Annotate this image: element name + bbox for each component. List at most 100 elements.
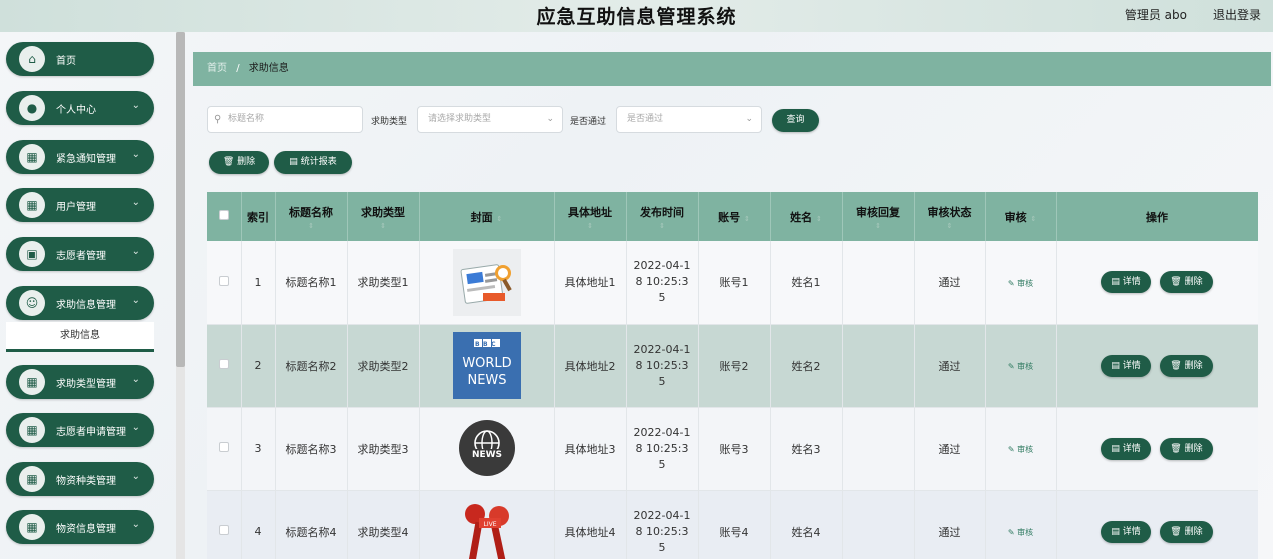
cell-status: 通过 [914, 241, 986, 325]
admin-label: 管理员 abo [1124, 8, 1187, 22]
breadcrumb-home[interactable]: 首页 [207, 63, 227, 74]
bar-chart-icon: ▤ [289, 157, 298, 167]
cell-status: 通过 [914, 407, 986, 491]
detail-button[interactable]: ▤ 详情 [1101, 520, 1151, 543]
title-search-input[interactable]: ⚲ 标题名称 [207, 106, 363, 133]
row-delete-button[interactable]: 🗑 删除 [1160, 271, 1213, 294]
logout-link[interactable]: 退出登录 [1213, 6, 1261, 23]
header-audit[interactable]: 审核 ⇕ [985, 192, 1057, 241]
header-status[interactable]: 审核状态 ⇕ [914, 192, 986, 241]
type-filter-label: 求助类型 [371, 117, 408, 127]
row-checkbox[interactable] [218, 275, 229, 286]
cell-title: 标题名称2 [275, 324, 348, 408]
top-bar: 应急互助信息管理系统 管理员 abo 退出登录 [0, 0, 1273, 32]
svg-text:WORLD: WORLD [462, 356, 511, 371]
row-checkbox[interactable] [218, 525, 229, 535]
chevron-down-icon: ⌄ [546, 114, 554, 124]
query-button[interactable]: 查询 [772, 109, 819, 132]
detail-button[interactable]: ▤ 详情 [1101, 271, 1151, 294]
grid-icon: ▦ [19, 417, 45, 443]
row-delete-button[interactable]: 🗑 删除 [1160, 520, 1213, 543]
stats-report-label: 统计报表 [300, 157, 337, 167]
audit-link[interactable]: ✎ 审核 [1008, 362, 1033, 371]
cell-reply [842, 324, 915, 408]
sort-icon[interactable]: ⇕ [348, 222, 419, 230]
sidebar-item-4[interactable]: ▣ 志愿者管理 ⌄ [6, 237, 154, 271]
sort-icon[interactable]: ⇕ [496, 215, 502, 223]
sidebar-item-label: 求助类型管理 [56, 379, 116, 390]
select-all-checkbox[interactable] [218, 210, 229, 220]
cell-reply [842, 241, 915, 325]
sort-icon[interactable]: ⇕ [744, 215, 750, 223]
sidebar-item-2[interactable]: ▦ 紧急通知管理 ⌄ [6, 140, 154, 174]
audit-link-label: 审核 [1017, 278, 1034, 288]
sidebar-item-label: 物资信息管理 [56, 524, 116, 535]
header-reply[interactable]: 审核回复 ⇕ [842, 192, 915, 241]
header-actions: 操作 [1056, 192, 1258, 241]
sort-icon[interactable]: ⇕ [555, 222, 626, 230]
globe-cover-image: NEWS [452, 415, 521, 482]
title-search-placeholder: 标题名称 [228, 114, 265, 124]
grid-icon: ▦ [19, 192, 45, 218]
detail-button[interactable]: ▤ 详情 [1101, 354, 1151, 377]
cell-type: 求助类型4 [347, 490, 420, 559]
cell-time: 2022-04-18 10:25:35 [626, 407, 699, 491]
cell-audit: ✎ 审核 [985, 407, 1057, 491]
sort-icon[interactable]: ⇕ [843, 222, 914, 230]
row-checkbox[interactable] [218, 359, 229, 369]
row-delete-button[interactable]: 🗑 删除 [1160, 354, 1213, 377]
cell-audit: ✎ 审核 [985, 490, 1057, 559]
cell-index: 3 [241, 407, 276, 491]
bulk-delete-button[interactable]: 🗑 删除 [209, 151, 269, 174]
cell-title: 标题名称3 [275, 407, 348, 491]
bulk-delete-label: 删除 [237, 157, 256, 167]
sidebar-item-0[interactable]: ⌂ 首页 [6, 42, 154, 76]
header-cover[interactable]: 封面 ⇕ [419, 192, 555, 241]
sort-icon[interactable]: ⇕ [816, 215, 822, 223]
sort-icon[interactable]: ⇕ [276, 222, 347, 230]
home-icon: ⌂ [19, 46, 45, 72]
sidebar-item-7[interactable]: ▦ 志愿者申请管理 ⌄ [6, 413, 154, 447]
trash-icon: 🗑 [222, 157, 235, 167]
sidebar-item-6[interactable]: ▦ 求助类型管理 ⌄ [6, 365, 154, 399]
clipboard-icon: ▣ [19, 241, 45, 267]
audit-link[interactable]: ✎ 审核 [1008, 279, 1033, 288]
sidebar-item-8[interactable]: ▦ 物资种类管理 ⌄ [6, 462, 154, 496]
audit-link[interactable]: ✎ 审核 [1008, 528, 1033, 537]
header-account[interactable]: 账号 ⇕ [698, 192, 771, 241]
row-checkbox[interactable] [218, 442, 229, 452]
pass-select[interactable]: 是否通过 ⌄ [616, 106, 762, 133]
header-type[interactable]: 求助类型 ⇕ [347, 192, 420, 241]
audit-link[interactable]: ✎ 审核 [1008, 445, 1033, 454]
cell-address: 具体地址1 [554, 241, 627, 325]
detail-button-label: 详情 [1122, 277, 1141, 288]
sidebar-scroll-thumb[interactable] [176, 32, 185, 367]
header-title[interactable]: 标题名称 ⇕ [275, 192, 348, 241]
cell-address: 具体地址2 [554, 324, 627, 408]
sidebar-item-3[interactable]: ▦ 用户管理 ⌄ [6, 188, 154, 222]
cell-reply [842, 490, 915, 559]
sort-icon[interactable]: ⇕ [915, 222, 985, 230]
cell-actions: ▤ 详情 🗑 删除 [1056, 490, 1258, 559]
type-select[interactable]: 请选择求助类型 ⌄ [417, 106, 563, 133]
stats-report-button[interactable]: ▤ 统计报表 [274, 151, 352, 174]
sort-icon[interactable]: ⇕ [627, 222, 698, 230]
header-name[interactable]: 姓名 ⇕ [770, 192, 843, 241]
row-delete-button[interactable]: 🗑 删除 [1160, 437, 1213, 460]
bbc-cover-image: BBC WORLD NEWS [452, 332, 521, 399]
detail-button[interactable]: ▤ 详情 [1101, 437, 1151, 460]
sidebar-item-label: 物资种类管理 [56, 476, 116, 487]
chevron-down-icon: ⌄ [131, 149, 140, 160]
table-row: 3 标题名称3 求助类型3 NEWS 具体地址3 2022-04-18 10:2… [207, 407, 1258, 491]
sidebar-item-1[interactable]: ● 个人中心 ⌄ [6, 91, 154, 125]
header-time[interactable]: 发布时间 ⇕ [626, 192, 699, 241]
sidebar-subitem-help-info[interactable]: 求助信息 [6, 322, 154, 352]
sidebar-item-label: 个人中心 [56, 105, 96, 116]
sidebar-item-5[interactable]: ☺ 求助信息管理 ⌄ [6, 286, 154, 320]
header-select-all[interactable] [207, 192, 242, 241]
header-address[interactable]: 具体地址 ⇕ [554, 192, 627, 241]
document-icon: ▤ [1111, 443, 1120, 454]
svg-text:NEWS: NEWS [467, 373, 506, 388]
sort-icon[interactable]: ⇕ [1030, 215, 1036, 223]
sidebar-item-9[interactable]: ▦ 物资信息管理 ⌄ [6, 510, 154, 544]
